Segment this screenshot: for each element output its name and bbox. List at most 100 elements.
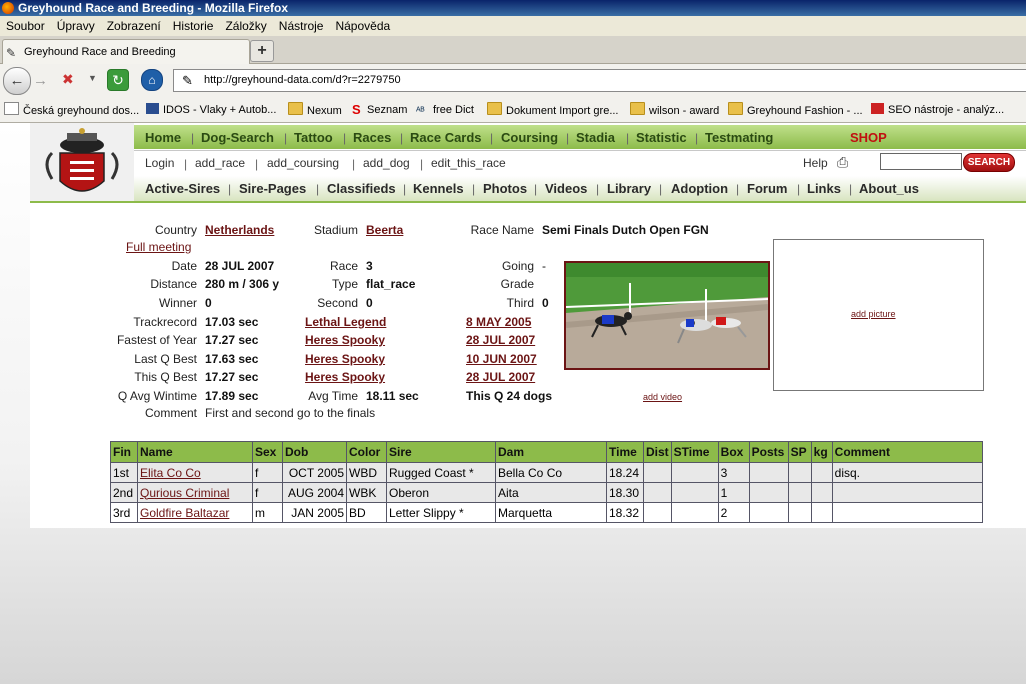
country-link[interactable]: Netherlands — [205, 223, 274, 237]
site-logo[interactable] — [30, 123, 134, 201]
cell-posts — [748, 482, 789, 503]
login-link[interactable]: Login — [145, 156, 174, 170]
bookmark-nexum[interactable]: Nexum — [288, 102, 342, 118]
col-box[interactable]: Box — [717, 441, 750, 463]
col-sire[interactable]: Sire — [386, 441, 496, 463]
this-q-best-dog-link[interactable]: Heres Spooky — [305, 370, 385, 384]
bookmark-label: wilson - award — [649, 105, 720, 117]
back-button[interactable]: ← — [3, 67, 31, 95]
nav-photos[interactable]: Photos — [483, 181, 527, 196]
fastest-year-date-link[interactable]: 28 JUL 2007 — [466, 333, 535, 347]
nav-classifieds[interactable]: Classifieds — [327, 181, 396, 196]
menu-napoveda[interactable]: Nápověda — [329, 16, 396, 36]
menu-zobrazeni[interactable]: Zobrazení — [101, 16, 167, 36]
this-q-best-value: 17.27 sec — [205, 370, 259, 384]
nav-library[interactable]: Library — [607, 181, 651, 196]
cell-comment: disq. — [831, 462, 984, 483]
race-photo[interactable] — [564, 261, 770, 370]
bookmark-seo-nastroje[interactable]: SEO nástroje - analýz... — [871, 102, 1004, 118]
this-q-best-date-link[interactable]: 28 JUL 2007 — [466, 370, 535, 384]
help-link[interactable]: Help — [803, 156, 828, 170]
nav-stadia[interactable]: Stadia — [576, 130, 615, 145]
menu-nastroje[interactable]: Nástroje — [273, 16, 330, 36]
edit-this-race-link[interactable]: edit_this_race — [431, 156, 506, 170]
crest-icon — [45, 128, 119, 192]
dog-name-link[interactable]: Elita Co Co — [140, 466, 201, 480]
cell-sp — [787, 462, 812, 483]
nav-adoption[interactable]: Adoption — [671, 181, 728, 196]
bookmark-greyhound-fashion[interactable]: Greyhound Fashion - ... — [728, 102, 863, 118]
dog-name-link[interactable]: Goldfire Baltazar — [140, 506, 229, 520]
bookmark-ceska-greyhound[interactable]: Česká greyhound dos... — [4, 102, 139, 118]
nav-kennels[interactable]: Kennels — [413, 181, 464, 196]
col-name[interactable]: Name — [137, 441, 253, 463]
new-tab-button[interactable]: + — [250, 40, 274, 62]
col-sp[interactable]: SP — [787, 441, 812, 463]
nav-forum[interactable]: Forum — [747, 181, 787, 196]
forward-button[interactable]: → — [33, 72, 48, 89]
reload-button[interactable]: ↻ — [107, 69, 129, 91]
printer-icon[interactable]: ⎙ — [837, 154, 848, 171]
stop-button[interactable]: ✖ — [62, 71, 74, 88]
nav-shop[interactable]: SHOP — [850, 130, 887, 145]
bookmark-wilson-award[interactable]: wilson - award — [630, 102, 719, 118]
menu-upravy[interactable]: Úpravy — [51, 16, 101, 36]
col-dam[interactable]: Dam — [495, 441, 607, 463]
nav-dog-search[interactable]: Dog-Search — [201, 130, 274, 145]
last-q-best-date-link[interactable]: 10 JUN 2007 — [466, 352, 537, 366]
bookmark-free-dict[interactable]: ᴬᴮ free Dict — [416, 102, 474, 118]
address-bar[interactable]: ✎ http://greyhound-data.com/d?r=2279750 — [173, 69, 1026, 92]
browser-tab[interactable]: ✎ Greyhound Race and Breeding — [2, 39, 250, 64]
search-button[interactable]: SEARCH — [963, 153, 1015, 172]
history-dropdown[interactable]: ▼ — [88, 73, 97, 83]
bookmark-idos[interactable]: IDOS - Vlaky + Autob... — [146, 102, 276, 118]
col-dist[interactable]: Dist — [643, 441, 672, 463]
nav-separator: | — [284, 131, 288, 145]
col-kg[interactable]: kg — [810, 441, 833, 463]
add-video-link[interactable]: add video — [643, 392, 682, 402]
add-coursing-link[interactable]: add_coursing — [267, 156, 339, 170]
trackrecord-date-link[interactable]: 8 MAY 2005 — [466, 315, 531, 329]
menu-zalozky[interactable]: Záložky — [219, 16, 272, 36]
add-dog-link[interactable]: add_dog — [363, 156, 410, 170]
nav-videos[interactable]: Videos — [545, 181, 587, 196]
bookmark-dokument-import[interactable]: Dokument Import gre... — [487, 102, 619, 118]
home-button[interactable]: ⌂ — [141, 69, 163, 91]
stadium-link[interactable]: Beerta — [366, 223, 403, 237]
this-q-best-label: This Q Best — [134, 370, 197, 384]
nav-race-cards[interactable]: Race Cards — [410, 130, 482, 145]
nav-sire-pages[interactable]: Sire-Pages — [239, 181, 306, 196]
col-posts[interactable]: Posts — [748, 441, 789, 463]
nav-links[interactable]: Links — [807, 181, 841, 196]
menu-historie[interactable]: Historie — [167, 16, 220, 36]
q-avg-wintime-value: 17.89 sec — [205, 389, 259, 403]
col-stime[interactable]: STime — [670, 441, 719, 463]
full-meeting-link[interactable]: Full meeting — [126, 240, 191, 254]
nav-about-us[interactable]: About_us — [859, 181, 919, 196]
nav-separator: | — [403, 182, 407, 196]
dog-name-link[interactable]: Qurious Criminal — [140, 486, 229, 500]
nav-home[interactable]: Home — [145, 130, 181, 145]
cell-comment — [831, 502, 984, 523]
col-fin[interactable]: Fin — [110, 441, 138, 463]
nav-tattoo[interactable]: Tattoo — [294, 130, 333, 145]
search-input[interactable] — [880, 153, 962, 170]
fastest-year-dog-link[interactable]: Heres Spooky — [305, 333, 385, 347]
nav-separator: | — [490, 131, 494, 145]
col-comment[interactable]: Comment — [831, 441, 984, 463]
col-time[interactable]: Time — [606, 441, 644, 463]
last-q-best-dog-link[interactable]: Heres Spooky — [305, 352, 385, 366]
col-sex[interactable]: Sex — [252, 441, 283, 463]
bookmark-seznam[interactable]: S Seznam — [352, 102, 407, 118]
trackrecord-dog-link[interactable]: Lethal Legend — [305, 315, 386, 329]
col-dob[interactable]: Dob — [282, 441, 347, 463]
nav-active-sires[interactable]: Active-Sires — [145, 181, 220, 196]
add-picture-link[interactable]: add picture — [851, 309, 896, 319]
col-color[interactable]: Color — [346, 441, 387, 463]
nav-races[interactable]: Races — [353, 130, 391, 145]
nav-coursing[interactable]: Coursing — [501, 130, 558, 145]
menu-soubor[interactable]: Soubor — [0, 16, 51, 36]
add-race-link[interactable]: add_race — [195, 156, 245, 170]
nav-statistic[interactable]: Statistic — [636, 130, 687, 145]
nav-testmating[interactable]: Testmating — [705, 130, 773, 145]
